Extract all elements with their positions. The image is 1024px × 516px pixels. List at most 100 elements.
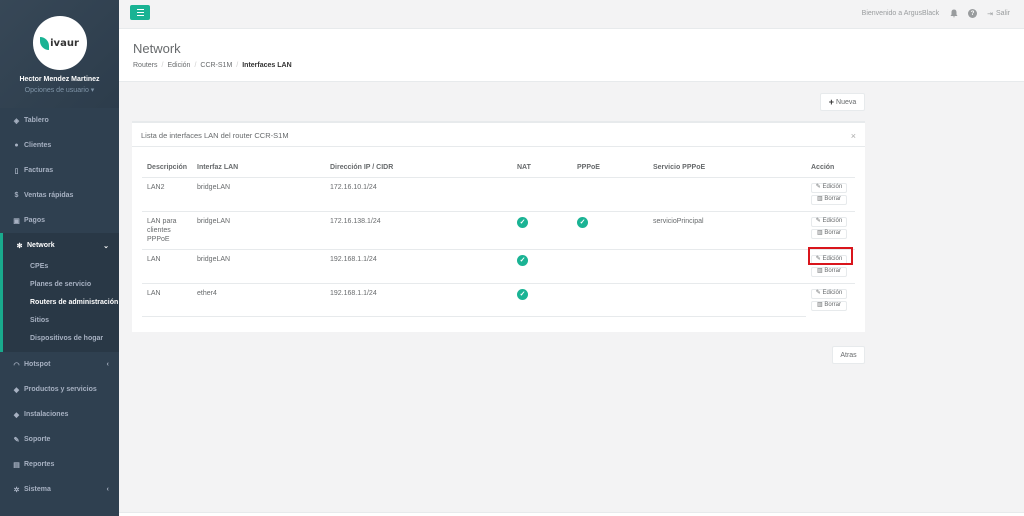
submenu-item-cpes[interactable]: CPEs: [3, 258, 119, 276]
sidebar-item-sistema[interactable]: ✲ Sistema ‹: [0, 477, 119, 502]
sidebar-item-pagos[interactable]: ▣ Pagos: [0, 208, 119, 233]
sidebar-item-instalaciones[interactable]: ◆ Instalaciones: [0, 402, 119, 427]
cell-servicio: [648, 177, 806, 212]
cell-pppoe: [572, 283, 648, 317]
submenu-item-sitios[interactable]: Sitios: [3, 312, 119, 330]
col-direccion-ip: Dirección IP / CIDR: [325, 159, 512, 178]
wrench-icon: ✎: [13, 436, 20, 444]
chevron-down-icon: ⌄: [103, 242, 109, 250]
panel-title: Lista de interfaces LAN del router CCR-S…: [132, 123, 865, 147]
submenu-item-planes-de-servicio[interactable]: Planes de servicio: [3, 276, 119, 294]
cell-nat: ✓: [512, 211, 572, 250]
welcome-message: Bienvenido a ArgusBlack: [861, 10, 940, 17]
cell-ip: 172.16.10.1/24: [325, 177, 512, 212]
cell-interfaz: bridgeLAN: [192, 249, 325, 284]
table-row: LAN2 bridgeLAN 172.16.10.1/24 ✎ Edición …: [142, 177, 855, 212]
col-interfaz-lan: Interfaz LAN: [192, 159, 325, 178]
trash-icon: ▥: [816, 230, 823, 236]
logout-link[interactable]: ⇥ Salir: [987, 10, 1010, 18]
cell-accion: ✎ Edición ▥ Borrar: [806, 249, 855, 284]
check-icon: ✓: [517, 288, 528, 300]
edit-icon: ✎: [815, 184, 821, 190]
cell-ip: 192.168.1.1/24: [325, 249, 512, 284]
network-submenu: CPEs Planes de servicio Routers de admin…: [0, 258, 119, 352]
cell-descripcion: LAN2: [142, 177, 192, 212]
sidebar-item-hotspot[interactable]: ◠ Hotspot ‹: [0, 352, 119, 377]
submenu-item-routers-de-administracion[interactable]: Routers de administración: [3, 294, 119, 312]
help-icon[interactable]: ?: [968, 9, 978, 18]
col-nat: NAT: [512, 159, 572, 178]
sidebar-item-soporte[interactable]: ✎ Soporte: [0, 427, 119, 452]
sidebar-item-productos-y-servicios[interactable]: ◆ Productos y servicios: [0, 377, 119, 402]
book-icon: ▤: [13, 461, 20, 469]
cell-servicio: servicioPrincipal: [648, 211, 806, 250]
profile-header: ivaur Hector Mendez Martinez Opciones de…: [0, 0, 119, 108]
cell-ip: 192.168.1.1/24: [325, 283, 512, 317]
trash-icon: ▥: [816, 302, 823, 308]
atras-button[interactable]: Atras: [832, 346, 865, 364]
breadcrumb-router-name[interactable]: CCR-S1M: [200, 62, 232, 69]
edit-button[interactable]: ✎ Edición: [811, 182, 847, 193]
nueva-button[interactable]: + Nueva: [820, 93, 865, 111]
page-heading: Network Routers / Edición / CCR-S1M / Inter…: [119, 29, 1024, 82]
chevron-left-icon: ‹: [106, 361, 109, 368]
cell-nat: ✓: [512, 283, 572, 317]
sidebar-item-tablero[interactable]: ◈ Tablero: [0, 108, 119, 133]
edit-icon: ✎: [815, 218, 821, 224]
sidebar-item-ventas-rapidas[interactable]: $ Ventas rápidas: [0, 183, 119, 208]
col-pppoe: PPPoE: [572, 159, 648, 178]
check-icon: ✓: [517, 216, 528, 228]
cell-nat: ✓: [512, 249, 572, 284]
edit-button[interactable]: ✎ Edición: [811, 216, 847, 227]
chevron-left-icon: ‹: [106, 486, 109, 493]
cell-servicio: [648, 283, 806, 317]
sidebar-item-facturas[interactable]: ▯ Facturas: [0, 158, 119, 183]
cell-interfaz: bridgeLAN: [192, 211, 325, 250]
breadcrumb-routers[interactable]: Routers: [133, 62, 158, 69]
cell-ip: 172.16.138.1/24: [325, 211, 512, 250]
trash-icon: ▥: [816, 268, 823, 274]
trash-icon: ▥: [816, 196, 823, 202]
menu-toggle-button[interactable]: [130, 5, 150, 20]
cell-servicio: [648, 249, 806, 284]
wifi-icon: ◠: [13, 361, 20, 369]
edit-button[interactable]: ✎ Edición: [811, 254, 847, 265]
user-options-dropdown[interactable]: Opciones de usuario ▾: [0, 86, 119, 94]
delete-button[interactable]: ▥ Borrar: [811, 300, 847, 311]
snowflake-icon: ✻: [16, 242, 23, 250]
users-icon: ●: [14, 142, 19, 149]
cell-accion: ✎ Edición ▥ Borrar: [806, 211, 855, 250]
cell-descripcion: LAN: [142, 249, 192, 284]
breadcrumb: Routers / Edición / CCR-S1M / Interfaces LA…: [133, 62, 292, 69]
sidebar-item-network[interactable]: ✻ Network ⌄: [0, 233, 119, 258]
logo: ivaur: [32, 16, 87, 70]
check-icon: ✓: [517, 254, 528, 266]
cell-interfaz: bridgeLAN: [192, 177, 325, 212]
bell-icon[interactable]: [949, 9, 958, 18]
tool-icon: ◆: [13, 411, 20, 419]
submenu-item-dispositivos-de-hogar[interactable]: Dispositivos de hogar: [3, 330, 119, 348]
delete-button[interactable]: ▥ Borrar: [811, 228, 847, 239]
edit-icon: ✎: [815, 256, 821, 262]
col-accion: Acción: [806, 159, 855, 178]
page-title: Network: [133, 41, 181, 56]
top-navbar: Bienvenido a ArgusBlack ? ⇥ Salir: [119, 0, 1024, 29]
col-servicio-pppoe: Servicio PPPoE: [648, 159, 806, 178]
cell-accion: ✎ Edición ▥ Borrar: [806, 177, 855, 212]
delete-button[interactable]: ▥ Borrar: [811, 266, 847, 277]
close-icon[interactable]: ×: [851, 131, 856, 141]
leaf-icon: [40, 36, 50, 50]
sidebar: ivaur Hector Mendez Martinez Opciones de…: [0, 0, 119, 516]
breadcrumb-current: Interfaces LAN: [242, 62, 292, 69]
sidebar-item-reportes[interactable]: ▤ Reportes: [0, 452, 119, 477]
sidebar-item-clientes[interactable]: ● Clientes: [0, 133, 119, 158]
cell-descripcion: LAN para clientes PPPoE: [142, 211, 192, 250]
cell-pppoe: [572, 177, 648, 212]
delete-button[interactable]: ▥ Borrar: [811, 194, 847, 205]
edit-icon: ✎: [815, 290, 821, 296]
sign-out-icon: ⇥: [987, 10, 993, 18]
cell-pppoe: [572, 249, 648, 284]
col-descripcion: Descripción: [142, 159, 192, 178]
breadcrumb-edicion[interactable]: Edición: [167, 62, 190, 69]
edit-button[interactable]: ✎ Edición: [811, 288, 847, 299]
